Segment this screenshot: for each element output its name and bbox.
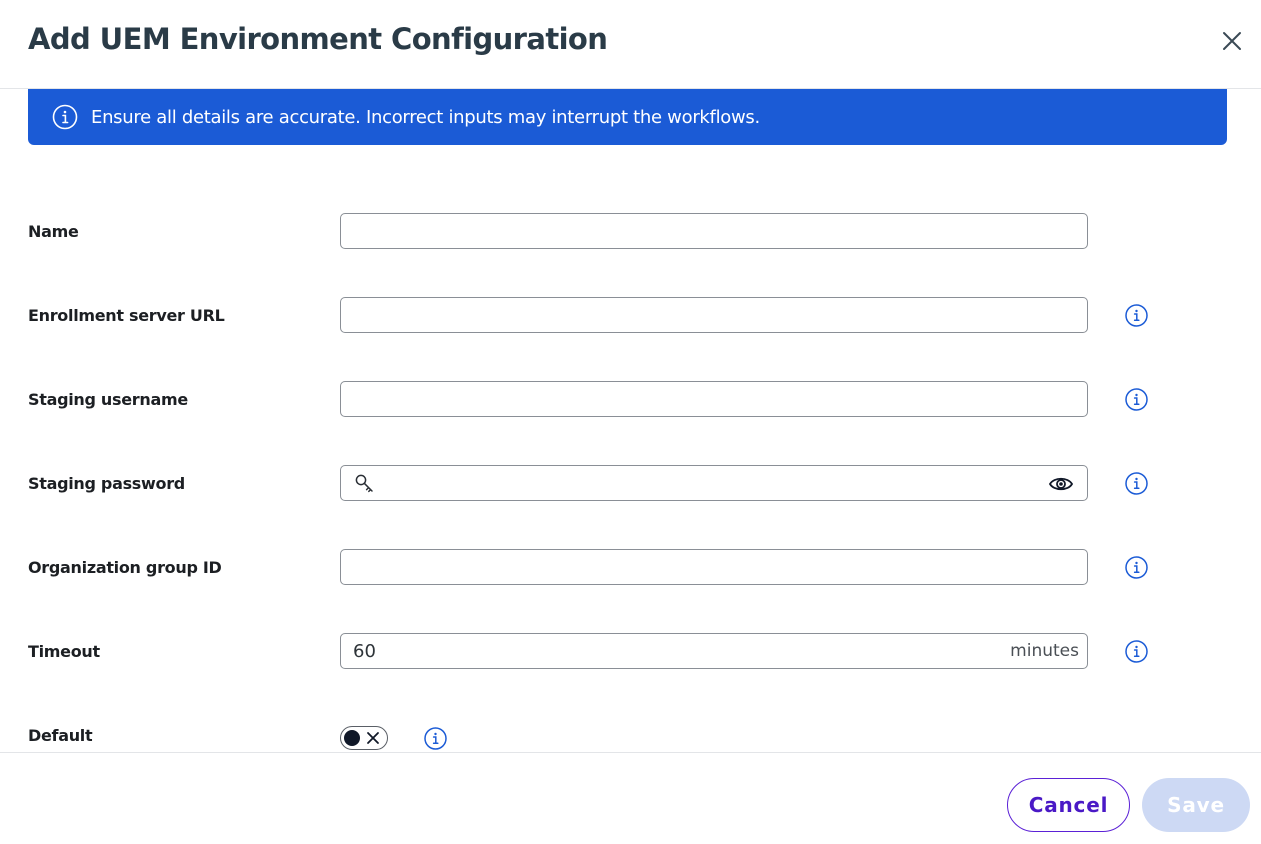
- info-icon[interactable]: [1124, 387, 1149, 412]
- dialog-header: Add UEM Environment Configuration: [0, 0, 1261, 89]
- toggle-knob: [344, 730, 360, 746]
- staging-password-field-box: [340, 465, 1088, 501]
- dialog-title: Add UEM Environment Configuration: [28, 22, 608, 56]
- name-label: Name: [28, 222, 79, 241]
- org-group-id-field-box: [340, 549, 1088, 585]
- name-input[interactable]: [353, 214, 1053, 248]
- x-icon: [367, 732, 379, 744]
- save-button[interactable]: Save: [1142, 778, 1250, 832]
- staging-username-input[interactable]: [353, 382, 1053, 416]
- enrollment-url-label: Enrollment server URL: [28, 306, 225, 325]
- info-icon[interactable]: [1124, 555, 1149, 580]
- enrollment-url-input[interactable]: [353, 298, 1053, 332]
- timeout-field-box: minutes: [340, 633, 1088, 669]
- org-group-id-input[interactable]: [353, 550, 1053, 584]
- info-banner: Ensure all details are accurate. Incorre…: [28, 89, 1227, 145]
- info-icon[interactable]: [1124, 303, 1149, 328]
- staging-password-row: Staging password: [0, 465, 1261, 501]
- staging-username-label: Staging username: [28, 390, 188, 409]
- key-icon: [355, 474, 373, 493]
- name-row: Name: [0, 213, 1261, 249]
- enrollment-url-field-box: [340, 297, 1088, 333]
- staging-password-input[interactable]: [383, 466, 1033, 500]
- timeout-input[interactable]: [353, 634, 953, 668]
- close-button[interactable]: [1218, 27, 1246, 55]
- info-icon[interactable]: [423, 726, 448, 751]
- timeout-unit: minutes: [1010, 641, 1079, 661]
- staging-username-field-box: [340, 381, 1088, 417]
- staging-username-row: Staging username: [0, 381, 1261, 417]
- add-uem-environment-dialog: Add UEM Environment Configuration Ensure…: [0, 0, 1261, 844]
- staging-password-label: Staging password: [28, 474, 185, 493]
- eye-icon[interactable]: [1048, 472, 1074, 496]
- info-icon[interactable]: [1124, 639, 1149, 664]
- timeout-row: Timeout minutes: [0, 633, 1261, 669]
- org-group-id-label: Organization group ID: [28, 558, 222, 577]
- timeout-label: Timeout: [28, 642, 100, 661]
- info-icon: [52, 104, 78, 130]
- enrollment-url-row: Enrollment server URL: [0, 297, 1261, 333]
- info-icon[interactable]: [1124, 471, 1149, 496]
- default-toggle[interactable]: [340, 726, 388, 750]
- org-group-id-row: Organization group ID: [0, 549, 1261, 585]
- close-icon: [1223, 32, 1241, 50]
- name-field-box: [340, 213, 1088, 249]
- default-label: Default: [28, 726, 93, 745]
- banner-message: Ensure all details are accurate. Incorre…: [91, 106, 760, 128]
- dialog-footer: Cancel Save: [0, 752, 1261, 844]
- cancel-button[interactable]: Cancel: [1007, 778, 1130, 832]
